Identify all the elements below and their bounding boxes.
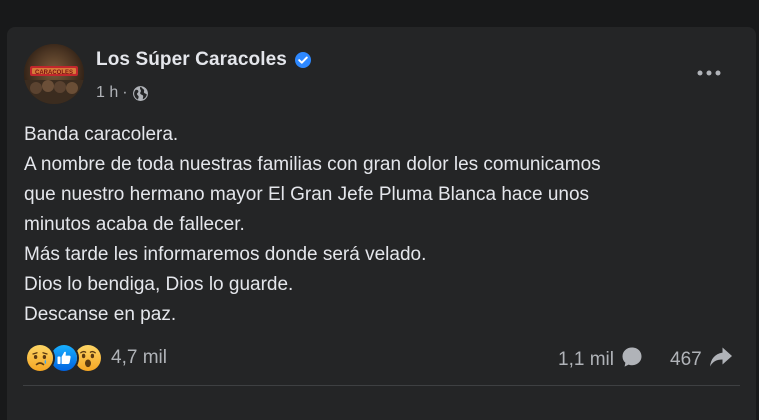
- shares-count-button[interactable]: 467: [670, 345, 734, 375]
- post-text-line: Banda caracolera.: [24, 124, 179, 145]
- comment-bubble-icon: [620, 345, 644, 375]
- page-name-link[interactable]: Los Súper Caracoles: [96, 49, 287, 71]
- comments-count-button[interactable]: 1,1 mil: [558, 345, 644, 375]
- post-text-line: que nuestro hermano mayor El Gran Jefe P…: [24, 184, 590, 205]
- avatar-logo-image: CARACOLES: [24, 44, 84, 104]
- post-text-line: minutos acaba de fallecer.: [24, 214, 245, 235]
- post-text-line: Dios lo bendiga, Dios lo guarde.: [24, 274, 294, 295]
- page-avatar[interactable]: CARACOLES: [24, 44, 84, 104]
- verified-badge-icon: [294, 51, 312, 69]
- sad-reaction-icon: [25, 343, 55, 373]
- post-text-line: A nombre de toda nuestras familias con g…: [24, 154, 601, 175]
- share-arrow-icon: [708, 345, 734, 375]
- svg-text:CARACOLES: CARACOLES: [35, 70, 73, 76]
- post-text: Banda caracolera. A nombre de toda nuest…: [24, 120, 739, 330]
- reaction-count[interactable]: 4,7 mil: [111, 347, 167, 369]
- post-meta: 1 h ·: [96, 84, 149, 102]
- more-options-icon: [697, 70, 721, 76]
- meta-separator: ·: [122, 84, 128, 101]
- page-name-row: Los Súper Caracoles: [96, 49, 312, 71]
- post-card: CARACOLES Los Súper Caracoles 1 h · Band…: [7, 27, 756, 420]
- post-text-line: Descanse en paz.: [24, 304, 177, 325]
- post-text-line: Más tarde les informaremos donde será ve…: [24, 244, 427, 265]
- globe-icon[interactable]: [132, 85, 149, 102]
- comment-count: 1,1 mil: [558, 349, 614, 370]
- share-count: 467: [670, 349, 702, 370]
- post-divider: [23, 385, 740, 386]
- reactions-summary[interactable]: 4,7 mil: [25, 343, 167, 373]
- post-timestamp[interactable]: 1 h: [96, 84, 118, 102]
- more-options-button[interactable]: [691, 55, 727, 91]
